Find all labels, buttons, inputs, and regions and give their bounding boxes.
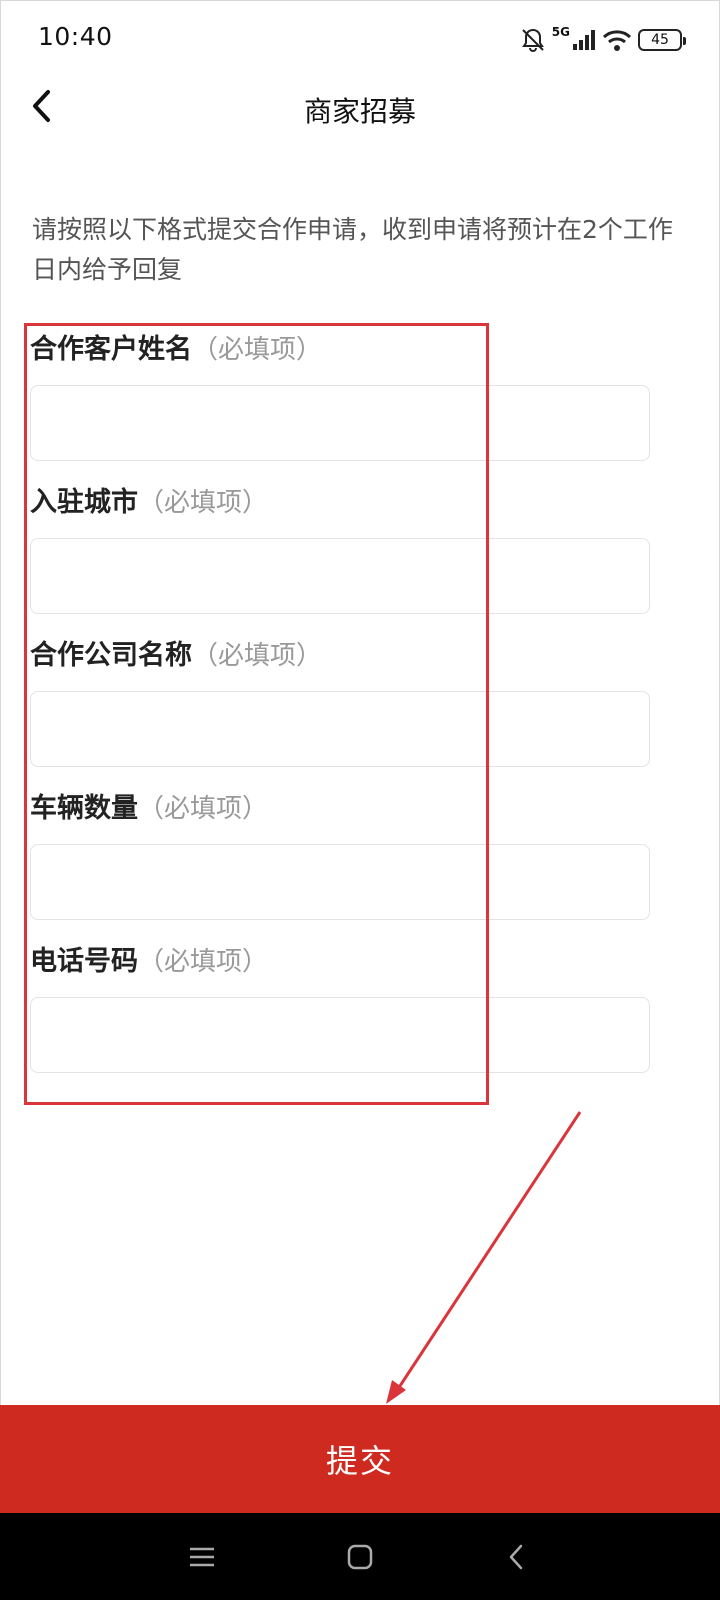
customer-name-input[interactable] <box>30 385 650 461</box>
field-vehicle-count: 车辆数量（必填项） <box>30 784 650 920</box>
required-hint: （必填项） <box>138 947 269 977</box>
field-label-text: 合作客户姓名 <box>30 334 192 365</box>
phone-input[interactable] <box>30 997 650 1073</box>
field-label-text: 入驻城市 <box>30 487 138 518</box>
field-company-name: 合作公司名称（必填项） <box>30 631 650 767</box>
status-bar: 10:40 5G 45 <box>0 0 720 80</box>
home-icon[interactable] <box>342 1539 378 1575</box>
network-label: 5G <box>551 25 570 39</box>
field-city: 入驻城市（必填项） <box>30 478 650 614</box>
submit-button[interactable]: 提交 <box>0 1405 720 1513</box>
field-customer-name: 合作客户姓名（必填项） <box>30 325 650 461</box>
field-label-text: 车辆数量 <box>30 793 138 824</box>
field-label: 合作公司名称（必填项） <box>30 631 650 681</box>
nav-bar: 商家招募 <box>0 80 720 136</box>
page-title: 商家招募 <box>303 95 416 128</box>
back-icon[interactable] <box>498 1539 534 1575</box>
field-label: 电话号码（必填项） <box>30 937 650 987</box>
menu-icon[interactable] <box>184 1539 220 1575</box>
required-hint: （必填项） <box>192 641 323 671</box>
vehicle-count-input[interactable] <box>30 844 650 920</box>
field-label: 车辆数量（必填项） <box>30 784 650 834</box>
field-label-text: 电话号码 <box>30 946 138 977</box>
company-name-input[interactable] <box>30 691 650 767</box>
required-hint: （必填项） <box>138 794 269 824</box>
status-time: 10:40 <box>38 22 113 51</box>
field-label: 合作客户姓名（必填项） <box>30 325 650 375</box>
system-nav-bar <box>0 1513 720 1600</box>
status-icons: 5G 45 <box>520 24 686 56</box>
field-label: 入驻城市（必填项） <box>30 478 650 528</box>
required-hint: （必填项） <box>138 488 269 518</box>
battery-icon: 45 <box>638 29 686 51</box>
intro-text: 请按照以下格式提交合作申请，收到申请将预计在2个工作日内给予回复 <box>32 215 673 284</box>
signal-icon <box>572 29 596 51</box>
required-hint: （必填项） <box>192 335 323 365</box>
field-label-text: 合作公司名称 <box>30 640 192 671</box>
city-input[interactable] <box>30 538 650 614</box>
bell-off-icon <box>520 27 546 53</box>
field-phone: 电话号码（必填项） <box>30 937 650 1073</box>
wifi-icon <box>602 28 632 52</box>
